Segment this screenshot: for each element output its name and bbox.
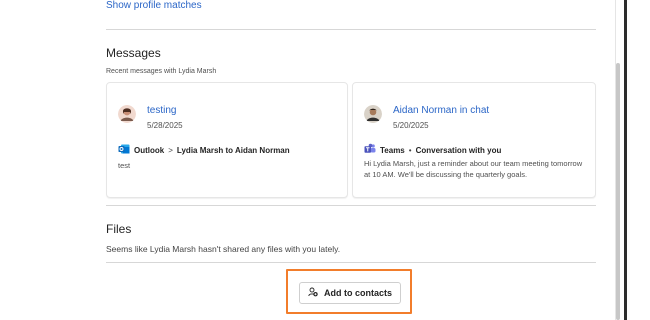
message-card-outlook[interactable]: testing 5/28/2025 Outlook > Lydia Marsh … <box>106 82 348 198</box>
show-profile-matches-link[interactable]: Show profile matches <box>106 0 202 12</box>
message-preview: Hi Lydia Marsh, just a reminder about ou… <box>364 159 583 179</box>
messages-heading: Messages <box>106 46 161 60</box>
message-title[interactable]: testing <box>147 105 176 116</box>
files-empty-message: Seems like Lydia Marsh hasn't shared any… <box>106 244 341 254</box>
message-date: 5/20/2025 <box>393 121 429 130</box>
message-preview: test <box>118 161 131 170</box>
avatar <box>364 105 382 123</box>
chevron-right-icon: > <box>168 145 173 155</box>
message-title[interactable]: Aidan Norman in chat <box>393 105 489 116</box>
message-app-name: Teams <box>380 145 405 155</box>
add-to-contacts-button[interactable]: Add to contacts <box>299 282 401 304</box>
divider-messages <box>106 205 596 206</box>
contact-card-panel: Show profile matches Messages Recent mes… <box>0 0 624 320</box>
divider-files <box>106 262 596 263</box>
scrollbar-thumb[interactable] <box>616 63 620 320</box>
message-source: Outlook > Lydia Marsh to Aidan Norman <box>118 143 290 157</box>
add-to-contacts-label: Add to contacts <box>323 288 392 298</box>
background-edge <box>627 0 650 320</box>
teams-icon <box>364 143 376 157</box>
add-contact-icon <box>308 287 318 299</box>
bullet-separator: • <box>408 145 412 155</box>
divider-top <box>106 29 596 30</box>
message-context: Conversation with you <box>415 145 502 155</box>
outlook-icon <box>118 143 130 157</box>
messages-subheading: Recent messages with Lydia Marsh <box>106 68 217 75</box>
message-source: Teams • Conversation with you <box>364 143 501 157</box>
message-card-teams[interactable]: Aidan Norman in chat 5/20/2025 Teams • C… <box>352 82 596 198</box>
message-date: 5/28/2025 <box>147 121 183 130</box>
message-participants: Lydia Marsh to Aidan Norman <box>176 145 290 155</box>
files-heading: Files <box>106 222 132 236</box>
message-app-name: Outlook <box>134 145 165 155</box>
avatar <box>118 105 136 123</box>
